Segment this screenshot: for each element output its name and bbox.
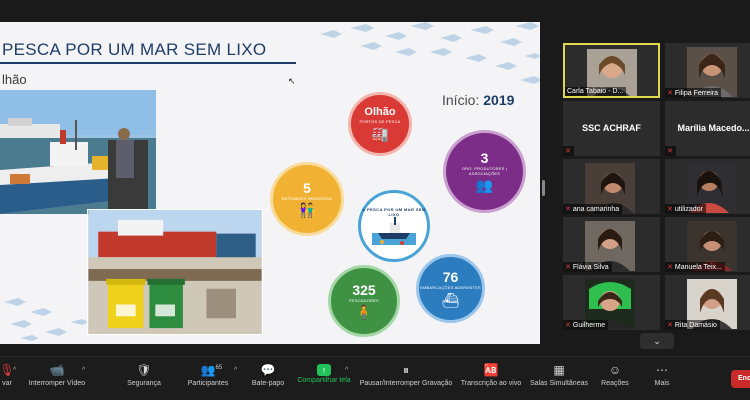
audio-button[interactable]: 🎙 var xyxy=(0,361,15,397)
participant-name: Rita Damásio xyxy=(674,321,717,329)
stat-circle-fishermen: 325 PESCADORES 🧍 xyxy=(328,265,400,337)
end-meeting-button[interactable]: Ence xyxy=(731,370,750,388)
boat-icon: ⛴ xyxy=(441,291,460,308)
participant-tile[interactable]: ✕ Rita Damásio xyxy=(665,275,750,330)
start-year-value: 2019 xyxy=(483,92,515,108)
participant-tile[interactable]: Marília Macedo... ✕ xyxy=(665,101,750,156)
stat-circle-ports: Olhão PORTOS DE PESCA 🏭 xyxy=(348,92,412,156)
chat-button[interactable]: 💬 Bate-papo xyxy=(250,361,286,397)
fish-pattern-decoration xyxy=(320,22,540,84)
breakout-rooms-button[interactable]: ▦ Salas Simultâneas xyxy=(530,361,588,397)
participant-tile[interactable]: ✕ utilizador xyxy=(665,159,750,214)
shared-screen-slide: PESCA POR UM MAR SEM LIXO lhão ↖ Início:… xyxy=(0,22,540,344)
meeting-controls-toolbar: 🎙 var ^ 📹 Interromper Vídeo ^ 🛡 Seguranç… xyxy=(0,356,750,400)
partners-label: ENTIDADES PARCEIRAS xyxy=(281,195,333,201)
participant-name: Guilherme xyxy=(572,321,606,329)
participant-tile[interactable]: ✕ Filipa Ferreira xyxy=(665,43,750,98)
ports-label: PORTOS DE PESCA xyxy=(359,119,401,125)
zoom-meeting-window: PESCA POR UM MAR SEM LIXO lhão ↖ Início:… xyxy=(0,0,750,400)
group-people-icon: 👥 xyxy=(475,177,494,194)
mic-muted-icon: ✕ xyxy=(565,206,571,213)
mic-muted-icon: ✕ xyxy=(565,322,571,329)
participant-tile[interactable]: SSC ACHRAF ✕ xyxy=(563,101,660,156)
stat-circle-partners: 5 ENTIDADES PARCEIRAS 👫 xyxy=(270,162,344,236)
video-options-caret-icon[interactable]: ^ xyxy=(82,367,85,374)
organizations-label: ORG. PRODUTORES | ASSOCIAÇÕES xyxy=(461,165,508,176)
boats-value: 76 xyxy=(442,269,459,286)
participant-tile[interactable]: ✕ ana camarinha xyxy=(563,159,660,214)
mic-muted-icon: ✕ xyxy=(565,148,571,155)
smiley-plus-icon: ☺ xyxy=(608,363,622,377)
participant-name: Manuela Teix... xyxy=(674,263,722,271)
participant-name: Flávia Silva xyxy=(572,263,609,271)
share-options-caret-icon[interactable]: ^ xyxy=(345,367,348,374)
participant-tile[interactable]: ✕ Manuela Teix... xyxy=(665,217,750,272)
project-logo: A PESCA POR UM MAR SEM LIXO xyxy=(358,190,430,262)
more-button[interactable]: ⋯ Mais xyxy=(652,361,672,397)
factory-icon: 🏭 xyxy=(371,125,389,142)
boats-label: EMBARCAÇÕES ADERENTES xyxy=(420,285,481,291)
video-camera-icon: 📹 xyxy=(49,363,65,377)
mouse-cursor-icon: ↖ xyxy=(288,76,296,86)
shield-icon: 🛡 xyxy=(136,363,152,377)
mic-muted-icon: ✕ xyxy=(667,264,673,271)
closed-captions-icon: 🆎 xyxy=(483,363,499,377)
project-logo-text: A PESCA POR UM MAR SEM LIXO xyxy=(362,207,426,217)
title-underline xyxy=(0,62,296,64)
participant-tile[interactable]: ✕ Flávia Silva xyxy=(563,217,660,272)
harbor-photo xyxy=(0,90,156,214)
pause-stop-recording-button[interactable]: ⏸ Pausar/Interromper Gravação xyxy=(360,361,453,397)
start-year: Início: 2019 xyxy=(442,92,514,108)
stat-circle-organizations: 3 ORG. PRODUTORES | ASSOCIAÇÕES 👥 xyxy=(443,130,526,213)
gallery-next-page-button[interactable]: ⌄ xyxy=(640,333,674,349)
stat-circle-boats: 76 EMBARCAÇÕES ADERENTES ⛴ xyxy=(416,254,485,323)
mic-muted-icon: ✕ xyxy=(667,206,673,213)
breakout-rooms-grid-icon: ▦ xyxy=(553,363,565,377)
participant-name: Carla Tabaio - D... xyxy=(567,88,624,95)
recycling-bins-photo xyxy=(87,209,263,335)
slide-title: PESCA POR UM MAR SEM LIXO xyxy=(2,40,267,59)
organizations-value: 3 xyxy=(480,149,489,166)
participant-name: ana camarinha xyxy=(572,205,620,213)
share-screen-arrow-icon: ↑ xyxy=(317,364,331,376)
participant-display-name: Marília Macedo... xyxy=(677,123,750,133)
pause-record-icon: ⏸ xyxy=(402,363,409,377)
slide-subtitle: lhão xyxy=(2,72,27,87)
people-icon: 👥 65 xyxy=(201,361,223,379)
participant-tile[interactable]: ✕ Guilherme xyxy=(563,275,660,330)
participant-gallery: Carla Tabaio - D... ✕ Filipa Ferreira SSC… xyxy=(563,43,750,330)
participant-name: Filipa Ferreira xyxy=(674,89,719,97)
handshake-people-icon: 👫 xyxy=(298,202,316,219)
mic-muted-icon: ✕ xyxy=(565,264,571,271)
live-transcript-button[interactable]: 🆎 Transcrição ao vivo xyxy=(460,361,522,397)
start-year-label: Início: xyxy=(442,92,480,108)
fishing-boat-icon xyxy=(372,217,416,245)
participant-name: utilizador xyxy=(674,205,703,213)
splitter-handle[interactable] xyxy=(542,180,545,196)
participant-display-name: SSC ACHRAF xyxy=(582,123,641,133)
stop-video-button[interactable]: 📹 Interromper Vídeo xyxy=(28,361,86,397)
partners-value: 5 xyxy=(303,179,311,196)
ports-value: Olhão xyxy=(364,106,396,119)
participant-tile-active-speaker[interactable]: Carla Tabaio - D... xyxy=(563,43,660,98)
more-dots-icon: ⋯ xyxy=(656,363,668,377)
chevron-down-icon: ⌄ xyxy=(653,336,661,346)
participant-count: 65 xyxy=(215,365,223,371)
fisherman-icon: 🧍 xyxy=(355,304,373,321)
participants-button[interactable]: 👥 65 Participantes xyxy=(186,361,230,397)
audio-options-caret-icon[interactable]: ^ xyxy=(13,367,16,374)
mic-muted-icon: ✕ xyxy=(667,148,673,155)
share-screen-button[interactable]: ↑ Compartilhar tela xyxy=(296,361,352,397)
chat-bubble-icon: 💬 xyxy=(260,363,276,377)
security-button[interactable]: 🛡 Segurança xyxy=(126,361,162,397)
fishermen-value: 325 xyxy=(352,281,376,298)
participants-options-caret-icon[interactable]: ^ xyxy=(234,367,237,374)
mic-muted-icon: ✕ xyxy=(667,322,673,329)
mic-muted-icon: ✕ xyxy=(667,90,673,97)
reactions-button[interactable]: ☺ Reações xyxy=(600,361,630,397)
fishermen-label: PESCADORES xyxy=(349,297,379,303)
